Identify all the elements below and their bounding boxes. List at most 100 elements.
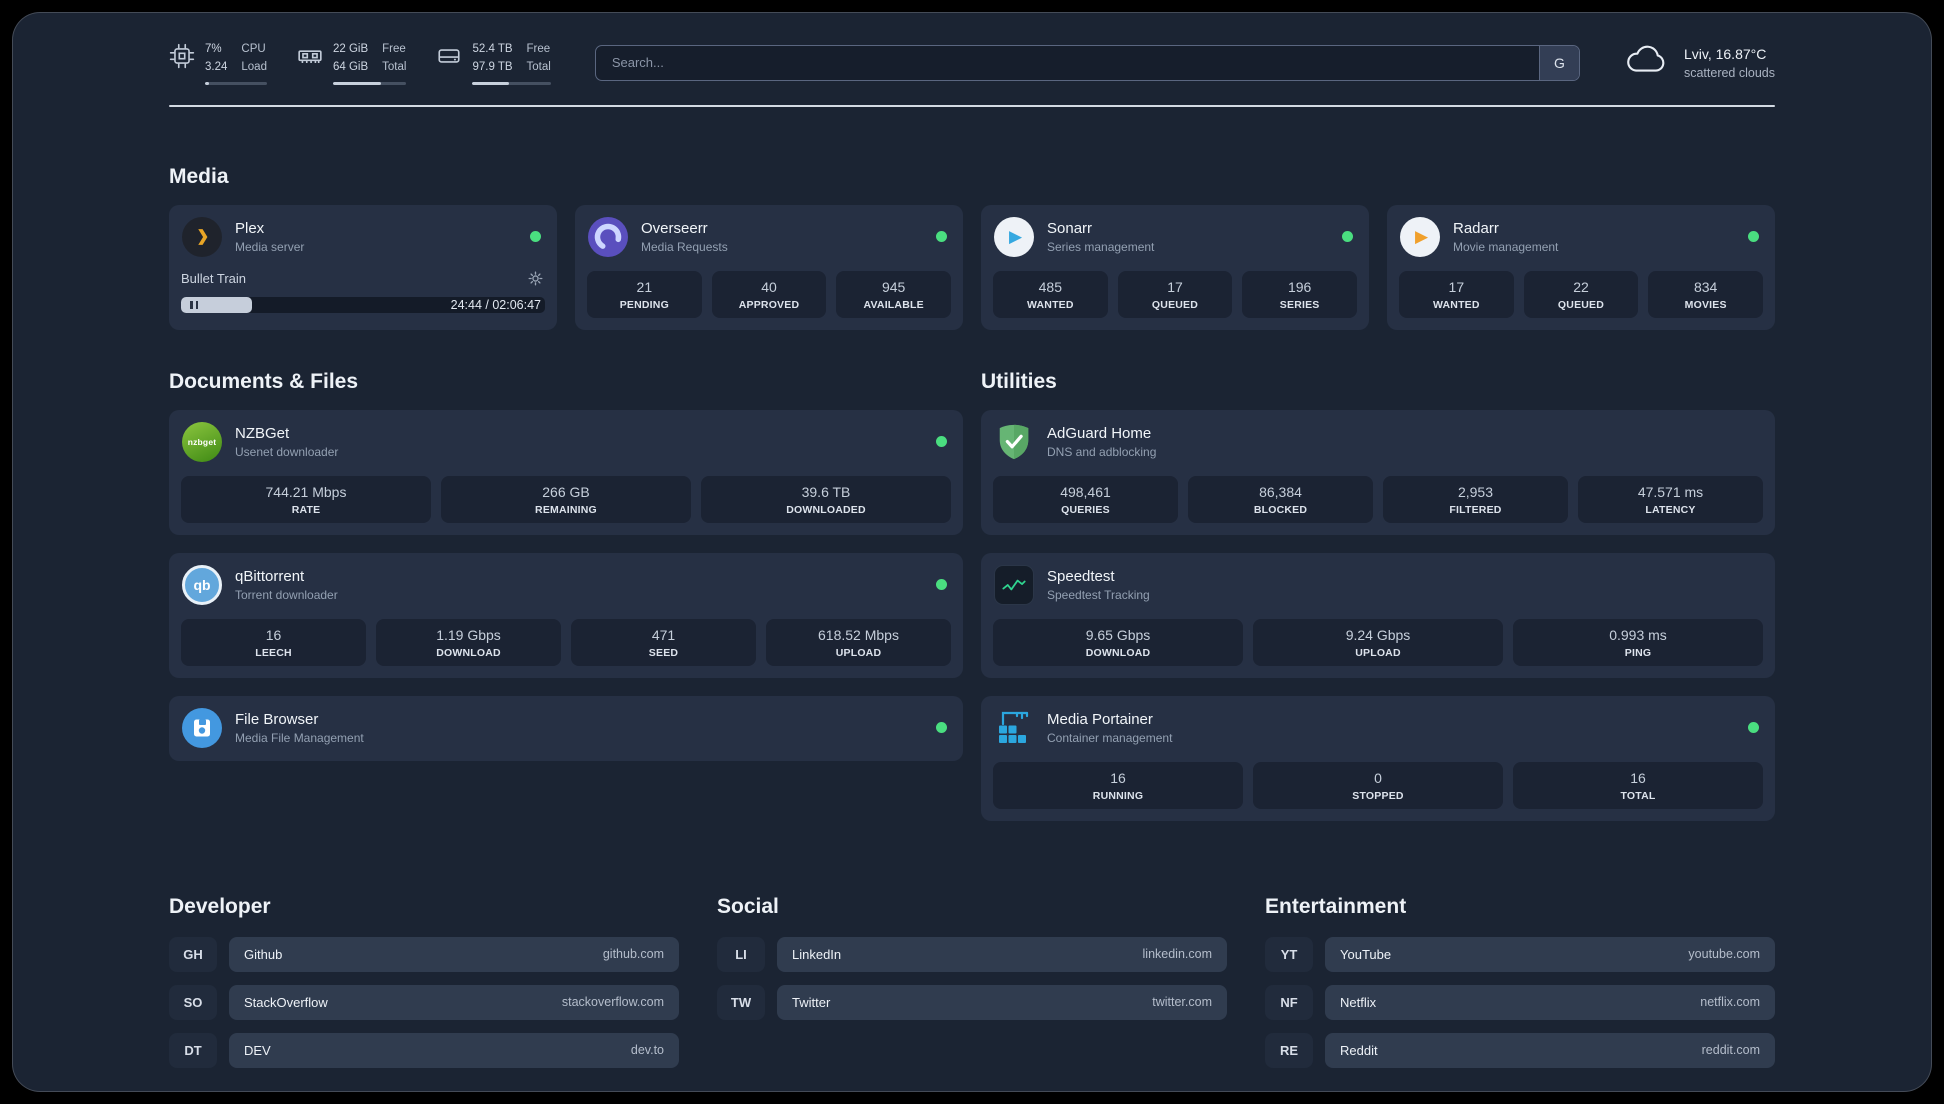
service-name: File Browser [235, 710, 319, 728]
status-dot [936, 722, 947, 734]
bookmark-twitter[interactable]: TW Twitter twitter.com [717, 984, 1227, 1020]
bookmark-youtube[interactable]: YT YouTube youtube.com [1265, 936, 1775, 972]
service-card-overseerr[interactable]: Overseerr Media Requests 21 PENDING 40 APP… [575, 204, 963, 330]
bookmark-github[interactable]: GH Github github.com [169, 936, 679, 972]
stat-label: DOWNLOAD [1085, 646, 1151, 659]
stat-value: 744.21 Mbps [265, 483, 347, 500]
stat-label: FILTERED [1449, 503, 1502, 516]
utilities-group: Utilities AdGuard Home DNS and adblockin… [981, 370, 1775, 839]
bookmark-name: LinkedIn [792, 946, 842, 962]
stat-label: AVAILABLE [863, 298, 924, 311]
bookmark-group-social: Social LI LinkedIn linkedin.com TW Twitte… [717, 895, 1227, 1081]
memory-total-value: 64 GiB [332, 60, 369, 73]
disk-total-label: Total [526, 60, 551, 73]
status-dot [1748, 231, 1759, 243]
service-card-nzbget[interactable]: nzbget NZBGet Usenet downloader 744.21 M… [169, 409, 963, 535]
service-card-plex[interactable]: Plex Media server Bullet Train 24:44 / 0… [169, 204, 557, 330]
service-stats: 485 WANTED 17 QUEUED 196 SERIES [993, 270, 1357, 318]
search-input[interactable] [595, 45, 1539, 80]
disk-free-value: 52.4 TB [472, 43, 513, 55]
weather-widget[interactable]: Lviv, 16.87°C scattered clouds [1624, 44, 1775, 82]
stat-label: MOVIES [1684, 298, 1727, 311]
stat: 9.24 Gbps UPLOAD [1253, 618, 1503, 666]
bookmark-name: Twitter [792, 994, 831, 1010]
bookmark-group-developer: Developer GH Github github.com SO StackOv… [169, 895, 679, 1081]
service-name: qBittorrent [235, 567, 305, 585]
stat-label: WANTED [1432, 298, 1480, 311]
stat: 40 APPROVED [711, 270, 827, 318]
stat-value: 16 [1630, 769, 1646, 786]
service-stats: 744.21 Mbps RATE 266 GB REMAINING 39.6 TB D… [181, 475, 951, 523]
memory-total-label: Total [382, 60, 407, 73]
bookmark-dev[interactable]: DT DEV dev.to [169, 1032, 679, 1068]
stat-value: 16 [1110, 769, 1126, 786]
service-card-portainer[interactable]: Media Portainer Container management 16 R… [981, 695, 1775, 821]
bookmark-abbr: DT [169, 1032, 217, 1068]
stat: 16 RUNNING [993, 761, 1243, 809]
service-card-sonarr[interactable]: ▶ Sonarr Series management 485 WANTED 17 Q… [981, 204, 1369, 330]
filebrowser-icon [181, 707, 223, 749]
stat-label: STOPPED [1352, 789, 1404, 802]
stat-value: 266 GB [542, 483, 590, 500]
stat-label: RUNNING [1092, 789, 1144, 802]
status-dot [1748, 722, 1759, 734]
playback-progress-fill [181, 296, 252, 313]
memory-free-label: Free [382, 43, 406, 55]
stat-value: 21 [636, 278, 653, 295]
bookmark-netflix[interactable]: NF Netflix netflix.com [1265, 984, 1775, 1020]
service-subtitle: Series management [1047, 239, 1155, 254]
playback-time: 24:44 / 02:06:47 [450, 297, 541, 312]
service-subtitle: Media Requests [641, 239, 728, 254]
stat-value: 22 [1573, 278, 1589, 295]
service-card-adguard[interactable]: AdGuard Home DNS and adblocking 498,461 Q… [981, 409, 1775, 535]
portainer-crane-icon [993, 707, 1035, 749]
stat: 16 TOTAL [1513, 761, 1763, 809]
memory-usage-bar [332, 81, 407, 85]
disk-usage-fill [472, 81, 509, 85]
memory-usage-fill [332, 81, 382, 85]
cpu-label: CPU [241, 43, 266, 55]
stat: 196 SERIES [1242, 270, 1357, 318]
pause-icon[interactable] [190, 300, 198, 309]
nzbget-icon: nzbget [182, 421, 222, 462]
memory-free-value: 22 GiB [332, 43, 369, 55]
service-subtitle: Usenet downloader [235, 444, 339, 459]
stat: 498,461 QUERIES [993, 475, 1178, 523]
status-dot [936, 436, 947, 448]
stat-value: 17 [1167, 278, 1183, 295]
service-stats: 21 PENDING 40 APPROVED 945 AVAILABLE [587, 270, 951, 318]
stat-value: 834 [1693, 278, 1718, 295]
service-card-speedtest[interactable]: Speedtest Speedtest Tracking 9.65 Gbps DO… [981, 552, 1775, 678]
bookmark-name: Reddit [1340, 1042, 1378, 1058]
resource-widget-cpu: 7% 3.24 CPU Load [169, 41, 267, 85]
service-card-qbittorrent[interactable]: qb qBittorrent Torrent downloader 16 LEEC… [169, 552, 963, 678]
gear-icon[interactable] [527, 270, 545, 288]
stat: 1.19 Gbps DOWNLOAD [376, 618, 561, 666]
bookmark-stackoverflow[interactable]: SO StackOverflow stackoverflow.com [169, 984, 679, 1020]
radarr-icon: ▶ [1400, 216, 1440, 257]
bookmarks: Developer GH Github github.com SO StackOv… [169, 895, 1775, 1081]
stat-label: SEED [648, 646, 679, 659]
bookmark-domain: github.com [602, 947, 664, 962]
stat: 47.571 ms LATENCY [1578, 475, 1763, 523]
service-subtitle: DNS and adblocking [1047, 444, 1157, 459]
search-provider-button[interactable]: G [1538, 45, 1579, 80]
service-card-radarr[interactable]: ▶ Radarr Movie management 17 WANTED 22 QUE… [1387, 204, 1775, 330]
stat-value: 9.24 Gbps [1345, 626, 1411, 643]
playback-progress-bar[interactable]: 24:44 / 02:06:47 [181, 296, 545, 313]
resource-widget-memory: 22 GiB 64 GiB Free Total [297, 41, 407, 85]
stat-value: 2,953 [1457, 483, 1494, 500]
bookmark-domain: twitter.com [1152, 995, 1212, 1010]
stat-label: QUERIES [1061, 503, 1110, 516]
stat-label: UPLOAD [1355, 646, 1401, 659]
bookmark-reddit[interactable]: RE Reddit reddit.com [1265, 1032, 1775, 1068]
stat: 0 STOPPED [1253, 761, 1503, 809]
stat-value: 86,384 [1259, 483, 1302, 500]
stat: 744.21 Mbps RATE [181, 475, 431, 523]
service-subtitle: Speedtest Tracking [1047, 587, 1150, 602]
overseerr-icon [587, 216, 629, 258]
service-card-filebrowser[interactable]: File Browser Media File Management [169, 695, 963, 761]
bookmark-linkedin[interactable]: LI LinkedIn linkedin.com [717, 936, 1227, 972]
stat-label: PING [1624, 646, 1652, 659]
stat-value: 471 [651, 626, 676, 643]
